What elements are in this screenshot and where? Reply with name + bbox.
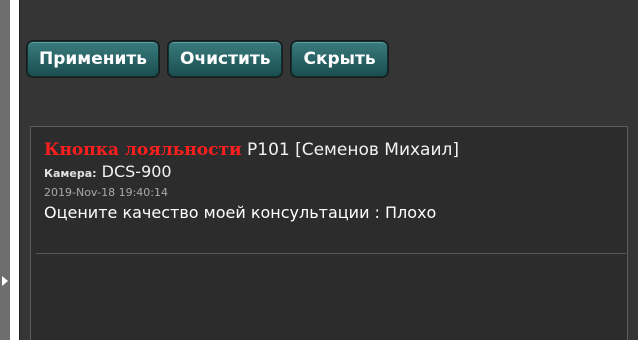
event-header: Кнопка лояльности P101 [Семенов Михаил] (44, 139, 615, 161)
event-message: Оцените качество моей консультации : Пло… (44, 203, 437, 222)
clear-button[interactable]: Очистить (168, 41, 283, 77)
camera-label: Камера: (44, 167, 97, 180)
event-divider (36, 253, 626, 254)
camera-value: DCS-900 (96, 162, 172, 181)
side-collapse-bar[interactable] (0, 0, 10, 340)
apply-button[interactable]: Применить (27, 41, 159, 77)
event-type: Кнопка лояльности (44, 140, 242, 160)
event-list[interactable]: Кнопка лояльности P101 [Семенов Михаил] … (30, 126, 628, 340)
event-source: P101 [Семенов Михаил] (241, 140, 460, 160)
expand-arrow-icon[interactable] (2, 276, 8, 286)
toolbar: Применить Очистить Скрыть (27, 41, 388, 77)
event-camera: Камера: DCS-900 (44, 161, 615, 185)
event-item[interactable]: Кнопка лояльности P101 [Семенов Михаил] … (31, 127, 615, 225)
event-timestamp: 2019-Nov-18 19:40:14 (44, 186, 169, 199)
app-window: Применить Очистить Скрыть Кнопка лояльно… (0, 0, 638, 340)
hide-button[interactable]: Скрыть (291, 41, 388, 77)
